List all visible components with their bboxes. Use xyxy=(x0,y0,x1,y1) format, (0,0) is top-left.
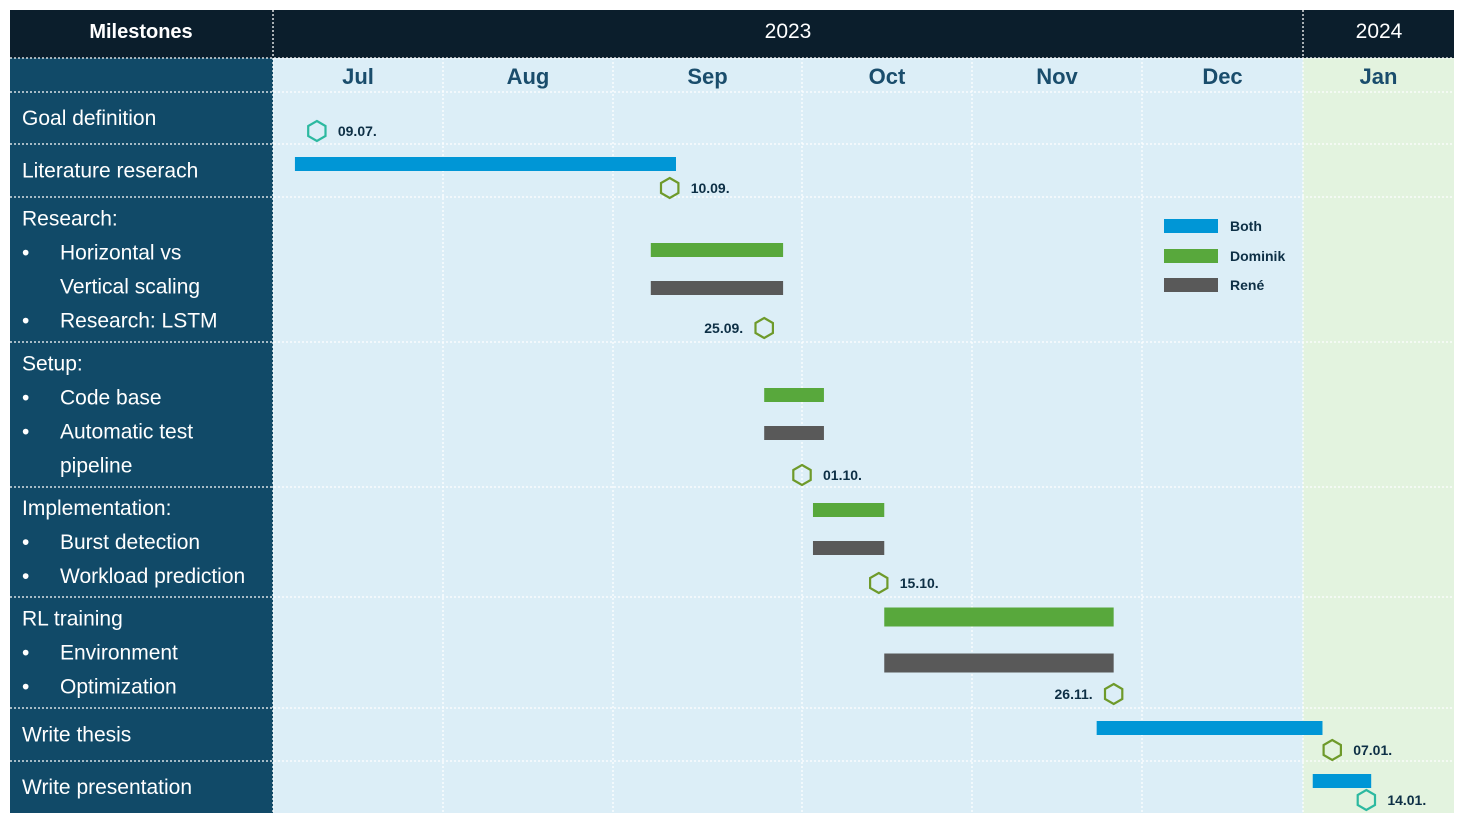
row-bullet: • xyxy=(22,310,29,333)
row-subitem: Workload prediction xyxy=(60,565,245,588)
task-bar-dominik xyxy=(764,388,824,402)
row-subitem: pipeline xyxy=(60,455,132,478)
month-label-aug: Aug xyxy=(507,64,550,89)
row-title: Implementation: xyxy=(22,497,171,520)
task-bar-both xyxy=(1096,721,1323,735)
task-bar-both xyxy=(294,157,676,171)
row-bullet: • xyxy=(22,565,29,588)
month-label-nov: Nov xyxy=(1036,64,1078,89)
row-subitem: Environment xyxy=(60,642,178,665)
area-2024 xyxy=(1303,58,1454,813)
task-bar-dominik xyxy=(650,243,784,257)
month-label-jan: Jan xyxy=(1360,64,1398,89)
row-subitem: Research: LSTM xyxy=(60,310,218,333)
row-title: Write thesis xyxy=(22,724,131,747)
row-title: Write presentation xyxy=(22,776,192,799)
row-bullet: • xyxy=(22,421,29,444)
row-title: Literature reserach xyxy=(22,160,198,183)
month-label-oct: Oct xyxy=(869,64,906,89)
row-bullet: • xyxy=(22,387,29,410)
row-bullet: • xyxy=(22,242,29,265)
row-subitem: Vertical scaling xyxy=(60,276,200,299)
task-bar-rene xyxy=(884,653,1114,673)
milestone-label: 25.09. xyxy=(704,320,743,336)
row-bullet: • xyxy=(22,676,29,699)
task-bar-dominik xyxy=(812,503,885,517)
row-bullet: • xyxy=(22,531,29,554)
row-subitem: Code base xyxy=(60,387,162,410)
task-bar-dominik xyxy=(884,607,1114,627)
task-bar-rene xyxy=(812,541,885,555)
row-subitem: Optimization xyxy=(60,676,177,699)
task-bar-rene xyxy=(650,281,784,295)
year-2023-header: 2023 xyxy=(765,20,812,43)
header-bar xyxy=(10,10,1454,58)
row-title: Research: xyxy=(22,208,118,231)
month-label-jul: Jul xyxy=(342,64,374,89)
row-title: Goal definition xyxy=(22,107,156,130)
month-label-sep: Sep xyxy=(687,64,727,89)
milestone-label: 07.01. xyxy=(1353,742,1392,758)
row-subitem: Burst detection xyxy=(60,531,200,554)
row-subitem: Automatic test xyxy=(60,421,193,444)
row-subitem: Horizontal vs xyxy=(60,242,181,265)
task-bar-rene xyxy=(764,426,824,440)
milestone-label: 15.10. xyxy=(900,575,939,591)
legend-swatch-dominik xyxy=(1164,249,1218,263)
row-title: Setup: xyxy=(22,353,83,376)
month-label-dec: Dec xyxy=(1202,64,1242,89)
milestone-label: 09.07. xyxy=(338,123,377,139)
milestone-label: 01.10. xyxy=(823,467,862,483)
legend-label: Both xyxy=(1230,218,1262,234)
legend-label: Dominik xyxy=(1230,248,1285,264)
year-2024-header: 2024 xyxy=(1356,20,1403,43)
milestone-label: 10.09. xyxy=(691,180,730,196)
row-title: RL training xyxy=(22,608,123,631)
row-bullet: • xyxy=(22,642,29,665)
legend-swatch-rene xyxy=(1164,278,1218,292)
milestone-label: 14.01. xyxy=(1387,792,1426,808)
milestones-header: Milestones xyxy=(89,21,192,43)
task-bar-both xyxy=(1312,774,1372,788)
milestone-label: 26.11. xyxy=(1055,686,1093,702)
legend-label: René xyxy=(1230,277,1264,293)
legend-swatch-both xyxy=(1164,219,1218,233)
gantt-chart: Milestones 2023 2024 Jul Aug Sep Oct Nov Dec J… xyxy=(10,10,1454,813)
